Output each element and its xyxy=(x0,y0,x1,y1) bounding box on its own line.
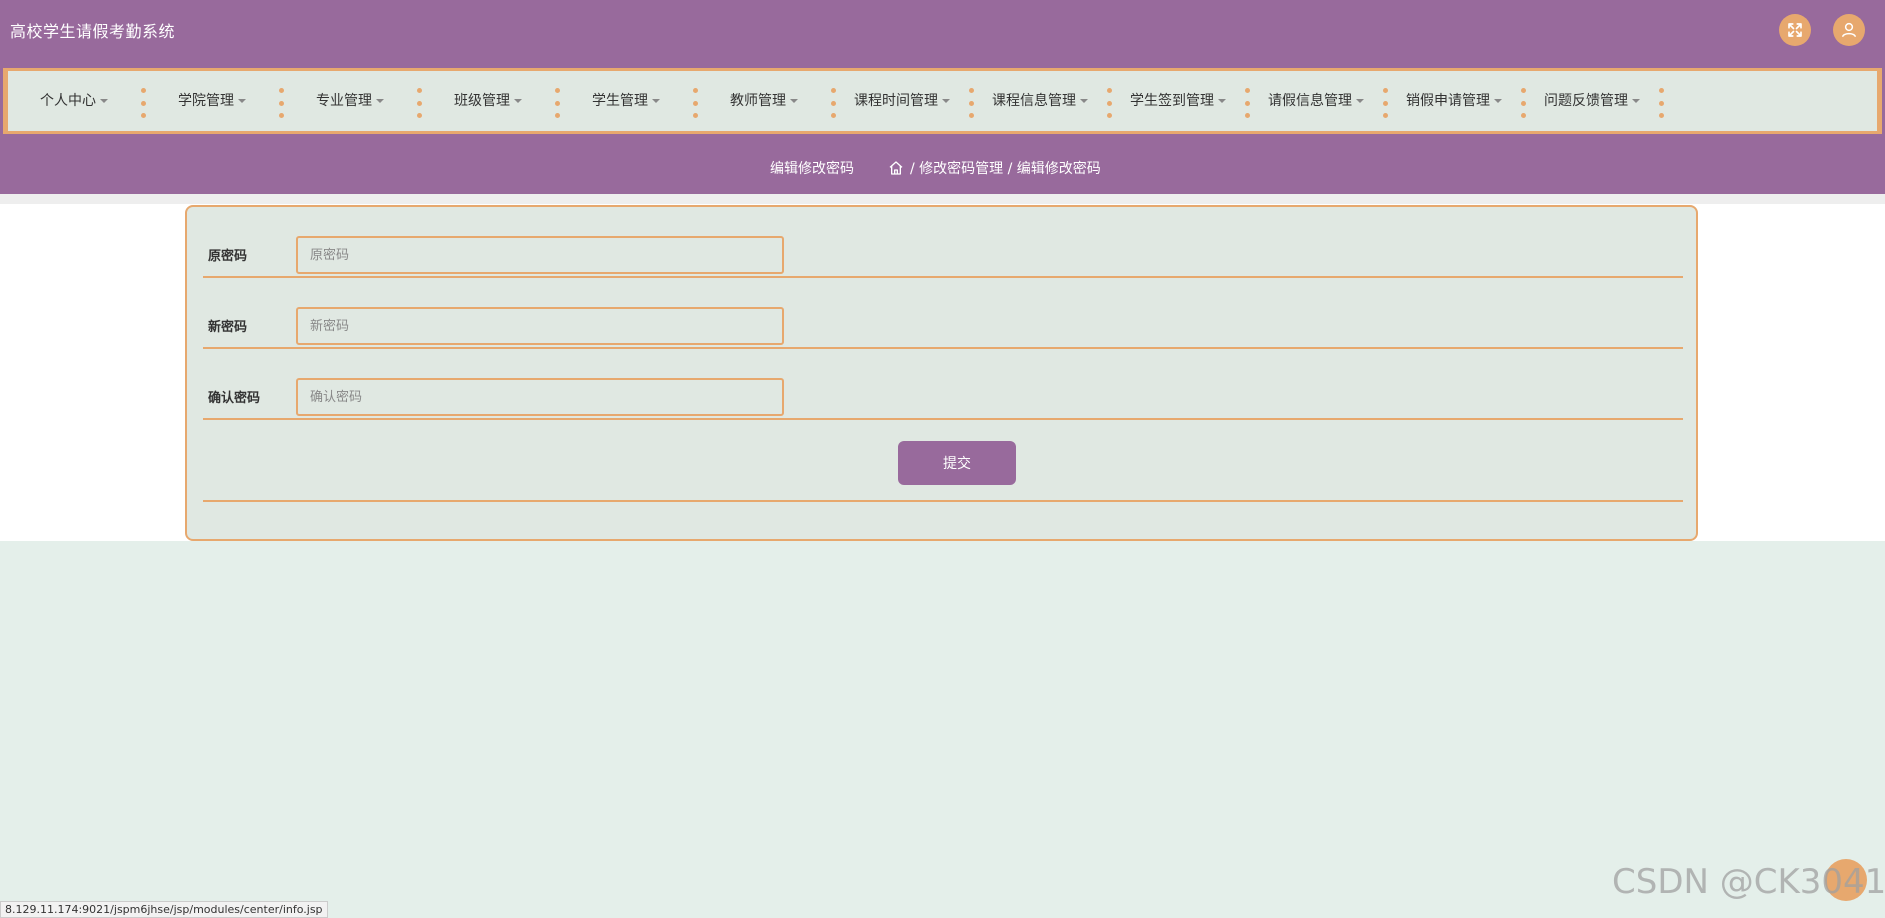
old-password-input[interactable] xyxy=(296,236,784,274)
caret-down-icon xyxy=(942,99,950,103)
caret-down-icon xyxy=(652,99,660,103)
expand-icon xyxy=(1788,23,1802,37)
breadcrumb: / 修改密码管理 / 编辑修改密码 xyxy=(888,158,1101,178)
nav-item-student[interactable]: 学生管理 xyxy=(561,90,691,110)
divider-strip xyxy=(0,194,1885,204)
breadcrumb-path: / 修改密码管理 / 编辑修改密码 xyxy=(910,161,1101,177)
nav-separator xyxy=(693,88,698,118)
page-title: 编辑修改密码 xyxy=(770,161,854,177)
nav-item-leave-cancel[interactable]: 销假申请管理 xyxy=(1389,90,1519,110)
app-title: 高校学生请假考勤系统 xyxy=(10,22,176,41)
nav-separator xyxy=(279,88,284,118)
nav-item-label: 教师管理 xyxy=(730,93,786,109)
home-icon[interactable] xyxy=(888,160,904,176)
new-password-input[interactable] xyxy=(296,307,784,345)
nav-item-course-info[interactable]: 课程信息管理 xyxy=(975,90,1105,110)
nav-item-teacher[interactable]: 教师管理 xyxy=(699,90,829,110)
nav-bar: 个人中心 学院管理 专业管理 班级管理 学生管理 教师管理 课程时间管理 课程信… xyxy=(0,62,1885,140)
user-button[interactable] xyxy=(1833,14,1865,46)
nav-item-label: 学生管理 xyxy=(592,93,648,109)
confirm-password-input[interactable] xyxy=(296,378,784,416)
nav-separator xyxy=(969,88,974,118)
form-row-confirm-password: 确认密码 xyxy=(203,349,1683,420)
nav-item-personal-center[interactable]: 个人中心 xyxy=(9,90,139,110)
nav-item-leave-info[interactable]: 请假信息管理 xyxy=(1251,90,1381,110)
nav-item-feedback[interactable]: 问题反馈管理 xyxy=(1527,90,1657,110)
caret-down-icon xyxy=(1218,99,1226,103)
nav-separator xyxy=(831,88,836,118)
caret-down-icon xyxy=(1356,99,1364,103)
nav-item-label: 课程时间管理 xyxy=(854,93,938,109)
form-row-submit: 提交 xyxy=(203,426,1683,502)
caret-down-icon xyxy=(238,99,246,103)
confirm-password-label: 确认密码 xyxy=(208,391,261,406)
nav-item-label: 问题反馈管理 xyxy=(1544,93,1628,109)
nav-item-class[interactable]: 班级管理 xyxy=(423,90,553,110)
nav-item-label: 学生签到管理 xyxy=(1130,93,1214,109)
caret-down-icon xyxy=(376,99,384,103)
form-row-new-password: 新密码 xyxy=(203,278,1683,349)
fullscreen-button[interactable] xyxy=(1779,14,1811,46)
nav-separator xyxy=(141,88,146,118)
nav-item-college[interactable]: 学院管理 xyxy=(147,90,277,110)
user-icon xyxy=(1841,22,1857,38)
form-row-old-password: 原密码 xyxy=(203,207,1683,278)
nav-item-label: 销假申请管理 xyxy=(1406,93,1490,109)
nav-separator xyxy=(1659,88,1664,118)
caret-down-icon xyxy=(1494,99,1502,103)
status-bar-url: 8.129.11.174:9021/jspm6jhse/jsp/modules/… xyxy=(0,901,328,918)
nav-separator xyxy=(1245,88,1250,118)
watermark: CSDN @CK3041 xyxy=(1612,862,1885,902)
nav-separator xyxy=(1107,88,1112,118)
nav-item-label: 专业管理 xyxy=(316,93,372,109)
password-form: 原密码 新密码 确认密码 提交 xyxy=(185,205,1698,541)
new-password-label: 新密码 xyxy=(208,320,248,335)
old-password-label: 原密码 xyxy=(208,249,248,264)
top-header: 高校学生请假考勤系统 xyxy=(0,0,1885,62)
nav-item-major[interactable]: 专业管理 xyxy=(285,90,415,110)
caret-down-icon xyxy=(514,99,522,103)
nav-item-label: 学院管理 xyxy=(178,93,234,109)
caret-down-icon xyxy=(100,99,108,103)
breadcrumb-bar: 编辑修改密码 / 修改密码管理 / 编辑修改密码 xyxy=(0,140,1885,194)
nav-item-label: 请假信息管理 xyxy=(1268,93,1352,109)
nav-separator xyxy=(417,88,422,118)
nav-item-label: 个人中心 xyxy=(40,93,96,109)
caret-down-icon xyxy=(1632,99,1640,103)
caret-down-icon xyxy=(790,99,798,103)
nav-separator xyxy=(1521,88,1526,118)
nav-item-course-time[interactable]: 课程时间管理 xyxy=(837,90,967,110)
submit-button[interactable]: 提交 xyxy=(898,441,1016,485)
nav-menu: 个人中心 学院管理 专业管理 班级管理 学生管理 教师管理 课程时间管理 课程信… xyxy=(3,68,1882,134)
nav-item-student-signin[interactable]: 学生签到管理 xyxy=(1113,90,1243,110)
nav-separator xyxy=(1383,88,1388,118)
caret-down-icon xyxy=(1080,99,1088,103)
nav-item-label: 课程信息管理 xyxy=(992,93,1076,109)
nav-item-label: 班级管理 xyxy=(454,93,510,109)
nav-separator xyxy=(555,88,560,118)
